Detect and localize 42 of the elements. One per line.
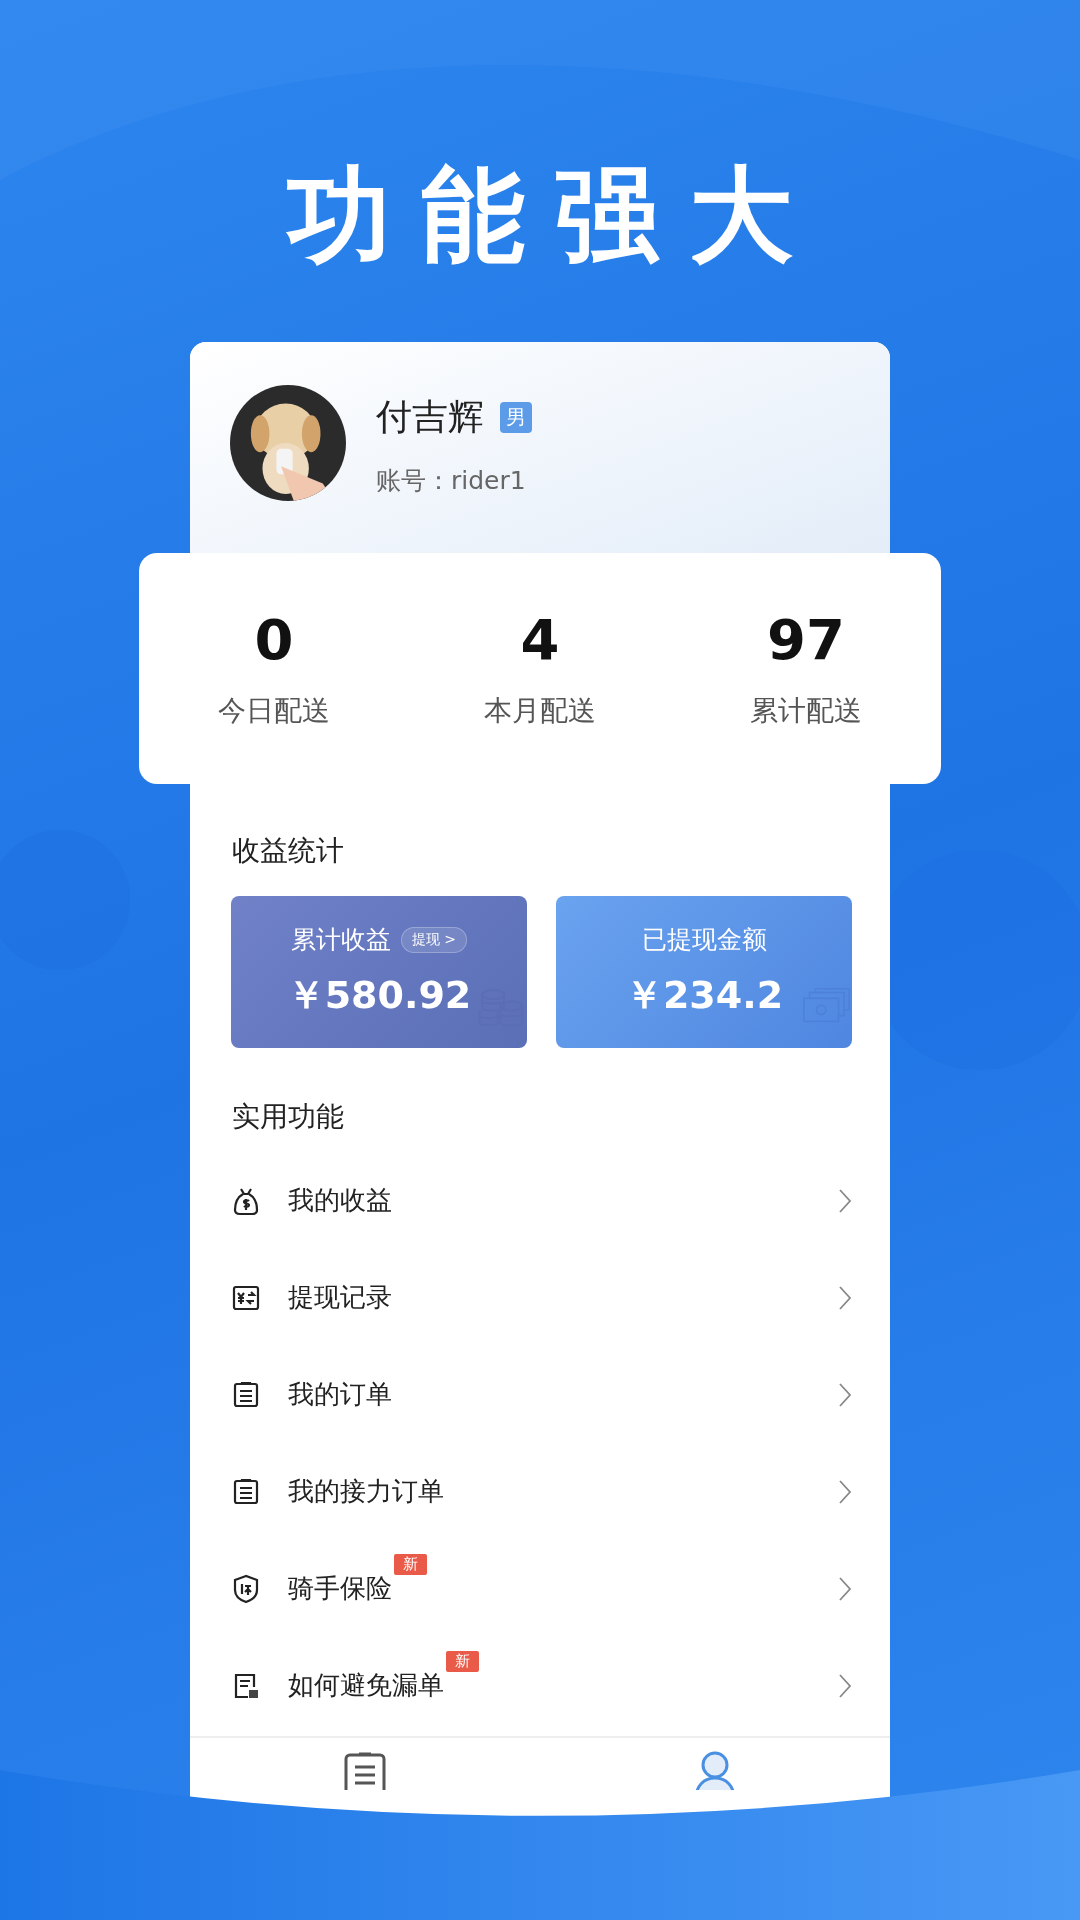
new-badge: 新 [446,1651,479,1672]
chevron-right-icon [838,1575,852,1602]
menu-label: 我的订单 [288,1378,392,1411]
menu-item[interactable]: 如何避免漏单 新 [232,1637,890,1734]
section-title: 实用功能 [231,1099,345,1135]
new-badge: 新 [394,1554,427,1575]
menu-label: 提现记录 [288,1281,392,1314]
clipboard-icon [232,1476,260,1507]
menu-item[interactable]: 我的接力订单 [232,1443,890,1540]
chevron-right-icon [838,1284,852,1311]
menu-label: 我的接力订单 [288,1475,444,1508]
chevron-right-icon [838,1381,852,1408]
section-title: 收益统计 [231,833,345,869]
stat-value: 0 [254,607,294,672]
card-label: 已提现金额 [641,924,767,956]
orders-tab[interactable] [343,1750,387,1790]
headline: 功能强大 [285,153,823,278]
account-id: 账号：rider1 [376,465,527,497]
chevron-right-icon [838,1187,852,1214]
menu-item[interactable]: 我的收益 [232,1152,890,1249]
menu-label: 我的收益 [288,1184,392,1217]
amount: ￥580.92 [286,972,472,1019]
menu-label: 如何避免漏单 [288,1669,444,1702]
gender-tag: 男 [500,402,532,433]
shield-icon [232,1573,260,1604]
chevron-right-icon [838,1478,852,1505]
profile-tab[interactable] [693,1750,737,1790]
stat-value: 4 [520,607,560,672]
chevron-right-icon [838,1672,852,1699]
menu-item[interactable]: 我的订单 [232,1346,890,1443]
stat-label: 累计配送 [750,693,862,729]
user-name: 付吉辉 [376,395,484,439]
menu-item[interactable]: 提现记录 [232,1249,890,1346]
stat-label: 今日配送 [218,693,330,729]
amount: ￥234.2 [624,972,784,1019]
stat-value: 97 [767,607,845,672]
stat-label: 本月配送 [484,693,596,729]
earnings-card[interactable]: 累计收益 提现 > ￥580.92 [231,896,527,1048]
menu-item[interactable]: 骑手保险 新 [232,1540,890,1637]
clipboard-icon [232,1379,260,1410]
card-label: 累计收益 [290,924,391,956]
menu-label: 骑手保险 [288,1572,392,1605]
